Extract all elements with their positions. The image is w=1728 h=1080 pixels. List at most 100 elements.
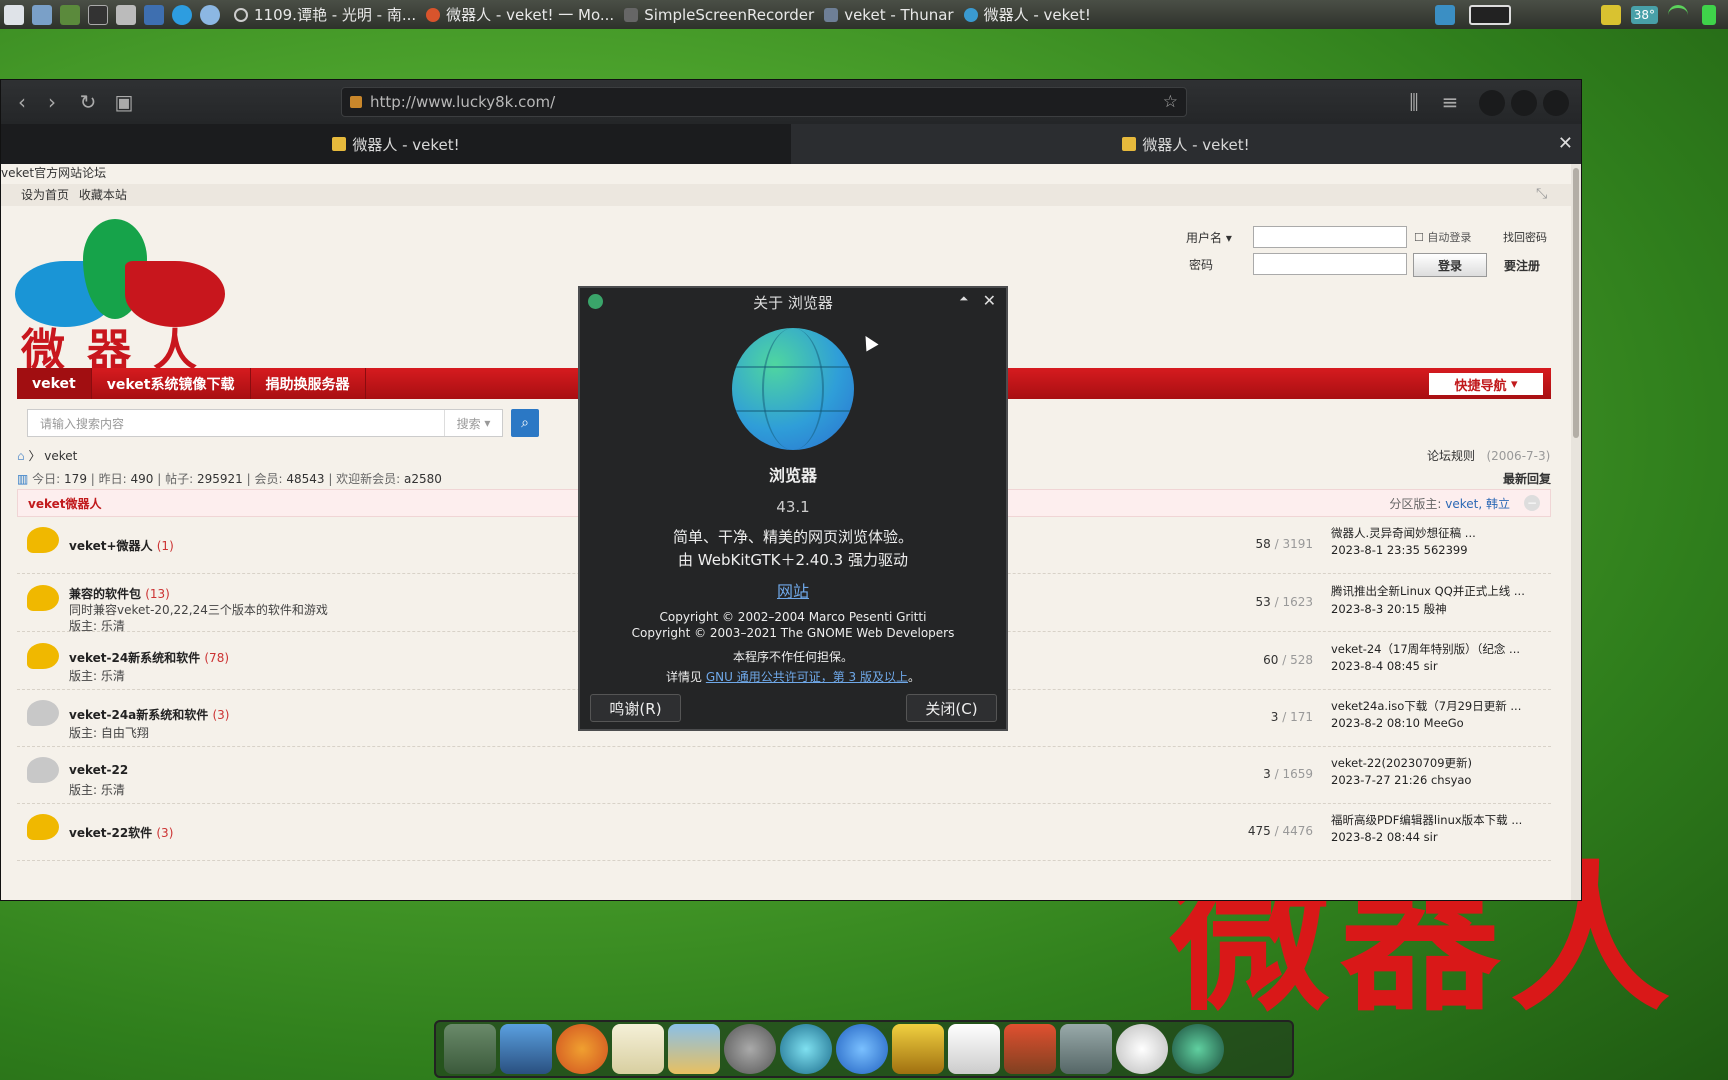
newest-member-link[interactable]: a2580 <box>404 472 442 486</box>
new-tab-button[interactable]: ▣ <box>109 87 139 117</box>
network-icon[interactable] <box>200 4 220 25</box>
dock-image-icon[interactable] <box>668 1024 720 1074</box>
collapse-section-icon[interactable]: − <box>1524 495 1540 511</box>
register-link[interactable]: 要注册 <box>1504 257 1540 274</box>
tab-close-icon[interactable]: ✕ <box>1558 133 1573 154</box>
clock-icon[interactable] <box>172 4 192 25</box>
task-browser-1[interactable]: 微器人 - veket! 一 Mo... <box>426 4 614 25</box>
forum-counts: 3 / 171 <box>1270 710 1313 724</box>
forum-name[interactable]: veket-22 <box>69 763 128 777</box>
dock-rocket-icon[interactable] <box>1004 1024 1056 1074</box>
dock-notes-icon[interactable] <box>612 1024 664 1074</box>
task-label: 1109.谭艳 - 光明 - 南... <box>254 6 417 24</box>
search-button[interactable]: ⌕ <box>511 409 539 437</box>
battery-icon[interactable] <box>1702 4 1716 25</box>
last-post-title[interactable]: 微器人.灵异奇闻妙想征稿 ... <box>1331 525 1476 541</box>
task-recorder[interactable]: SimpleScreenRecorder <box>624 6 814 24</box>
username-label[interactable]: 用户名 ▾ <box>1186 229 1232 246</box>
collapse-icon[interactable]: ⤡ <box>1536 186 1547 202</box>
back-button[interactable]: ‹ <box>7 87 37 117</box>
desktop-icon[interactable] <box>1434 4 1455 25</box>
task-browser-2[interactable]: 微器人 - veket! <box>963 4 1091 25</box>
task-thunar[interactable]: veket - Thunar <box>824 5 954 24</box>
forum-name[interactable]: veket-24a新系统和软件 (3) <box>69 706 229 723</box>
forum-row[interactable]: veket-22软件 (3) 475 / 4476 福昕高级PDF编辑器linux版… <box>17 804 1551 861</box>
label-text: 用户名 <box>1186 231 1223 245</box>
site-logo[interactable] <box>15 219 225 327</box>
forum-name[interactable]: veket+微器人 (1) <box>69 537 174 554</box>
password-input[interactable] <box>1253 253 1407 275</box>
wifi-icon[interactable] <box>1668 4 1688 25</box>
maximize-button[interactable] <box>1511 90 1537 116</box>
license-link[interactable]: GNU 通用公共许可证，第 3 版及以上 <box>706 670 908 684</box>
latest-reply-link[interactable]: 最新回复 <box>1503 470 1551 487</box>
dock-drive-icon[interactable] <box>1060 1024 1112 1074</box>
last-post-title[interactable]: veket24a.iso下载（7月29日更新 ... <box>1331 698 1521 714</box>
dock-computer-icon[interactable] <box>500 1024 552 1074</box>
forum-name[interactable]: 兼容的软件包 (13) <box>69 585 170 602</box>
breadcrumb-link[interactable]: veket <box>44 449 77 463</box>
screenshot-icon[interactable] <box>116 4 136 25</box>
play-icon[interactable] <box>60 4 80 25</box>
dock-settings-icon[interactable] <box>1116 1024 1168 1074</box>
section-title[interactable]: veket微器人 <box>28 495 102 512</box>
last-post-title[interactable]: veket-24（17周年特别版）（纪念 ... <box>1331 641 1520 657</box>
task-music[interactable]: 1109.谭艳 - 光明 - 南... <box>234 4 416 25</box>
clipboard-icon[interactable] <box>1600 4 1621 25</box>
site-info-icon[interactable] <box>350 96 362 108</box>
nav-item-veket[interactable]: veket <box>17 368 92 399</box>
login-button[interactable]: 登录 <box>1413 253 1487 277</box>
dock-audio-icon[interactable] <box>724 1024 776 1074</box>
forum-moderator[interactable]: 版主: 乐清 <box>69 781 125 798</box>
close-button[interactable]: 关闭(C) <box>906 694 997 722</box>
settings-icon[interactable] <box>32 4 52 25</box>
shade-icon[interactable]: ⏶ <box>959 292 968 306</box>
dock-contacts-icon[interactable] <box>892 1024 944 1074</box>
bookmark-star-icon[interactable]: ☆ <box>1163 92 1178 112</box>
quick-nav-button[interactable]: 快捷导航 ▾ <box>1429 373 1543 395</box>
page-scrollbar[interactable] <box>1571 164 1581 900</box>
nav-item-download[interactable]: veket系统镜像下载 <box>92 368 251 399</box>
forward-button[interactable]: › <box>37 87 67 117</box>
dock-desktop-icon[interactable] <box>444 1024 496 1074</box>
forum-name[interactable]: veket-22软件 (3) <box>69 824 173 841</box>
dock-browser-icon[interactable] <box>1172 1024 1224 1074</box>
workspace-switcher[interactable] <box>1468 4 1511 25</box>
credits-button[interactable]: 鸣谢(R) <box>590 694 681 722</box>
dock-chart-icon[interactable] <box>948 1024 1000 1074</box>
dock-media-player-icon[interactable] <box>836 1024 888 1074</box>
forum-moderator[interactable]: 版主: 乐清 <box>69 617 125 634</box>
media-icon[interactable] <box>144 4 164 25</box>
reload-button[interactable]: ↻ <box>73 87 103 117</box>
terminal-icon[interactable] <box>88 4 108 25</box>
dock-firefox-icon[interactable] <box>556 1024 608 1074</box>
url-bar[interactable]: http://www.lucky8k.com/ ☆ <box>341 87 1187 117</box>
home-icon[interactable]: ⌂ <box>17 449 25 463</box>
system-monitor-icon[interactable] <box>4 4 24 25</box>
find-password-link[interactable]: 找回密码 <box>1503 229 1547 245</box>
forum-rules-link[interactable]: 论坛规则 (2006-7-3) <box>1427 447 1550 464</box>
nav-item-donate[interactable]: 捐助换服务器 <box>251 368 366 399</box>
last-post-title[interactable]: 腾讯推出全新Linux QQ并正式上线 ... <box>1331 583 1525 599</box>
tab-1[interactable]: 微器人 - veket! <box>1 124 791 164</box>
window-close-button[interactable] <box>1543 90 1569 116</box>
username-input[interactable] <box>1253 226 1407 248</box>
last-post-title[interactable]: veket-22(20230709更新) <box>1331 755 1472 771</box>
last-post-title[interactable]: 福昕高级PDF编辑器linux版本下载 ... <box>1331 812 1522 828</box>
forum-moderator[interactable]: 版主: 乐清 <box>69 667 125 684</box>
forum-moderator[interactable]: 版主: 自由飞翔 <box>69 724 149 741</box>
forum-row[interactable]: veket-22 版主: 乐清 3 / 1659 veket-22(20230709… <box>17 747 1551 804</box>
library-button[interactable]: ⫼ <box>1399 87 1429 117</box>
dock-atom-icon[interactable] <box>780 1024 832 1074</box>
forum-name[interactable]: veket-24新系统和软件 (78) <box>69 649 229 666</box>
task-label: veket - Thunar <box>844 5 954 24</box>
search-type-select[interactable]: 搜索 ▾ <box>444 410 502 436</box>
tab-2[interactable]: 微器人 - veket! <box>791 124 1581 164</box>
website-link[interactable]: 网站 <box>580 578 1006 602</box>
header-links[interactable]: 设为首页 收藏本站 <box>21 186 127 203</box>
minimize-button[interactable] <box>1479 90 1505 116</box>
dialog-close-icon[interactable]: ✕ <box>983 291 996 310</box>
search-input[interactable]: 请输入搜索内容 <box>28 415 444 432</box>
menu-button[interactable]: ≡ <box>1435 87 1465 117</box>
auto-login-checkbox[interactable]: ☐ 自动登录 <box>1414 229 1471 245</box>
